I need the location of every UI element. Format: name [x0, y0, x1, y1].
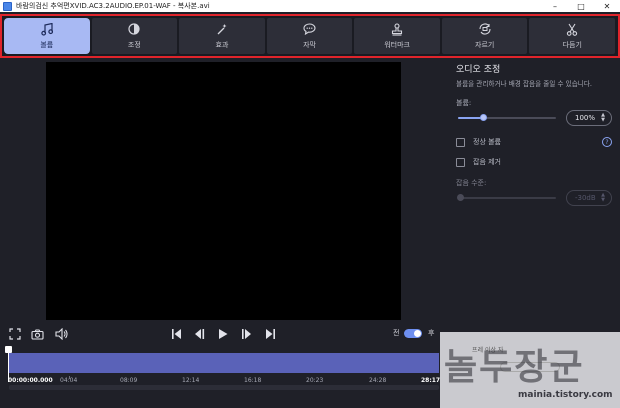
tool-tabs: 볼륨 조정 효과 자막 워터마크 자르기 다듬기	[0, 14, 620, 58]
tab-label: 자르기	[475, 41, 495, 49]
ruler-label: 12:14	[182, 377, 200, 384]
speech-bubble-icon	[303, 22, 316, 36]
speaker-icon[interactable]	[55, 327, 68, 341]
noise-level-handle	[457, 194, 464, 201]
contrast-icon	[128, 22, 140, 36]
watermark-logo: 놀두장군	[444, 347, 585, 388]
tab-label: 다듬기	[562, 41, 582, 49]
title-bar: 바람의검신 추억편XVID.AC3.2AUDIO.EP.01-WAF - 복사본…	[0, 0, 620, 12]
tab-crop[interactable]: 자르기	[441, 18, 528, 54]
tab-watermark[interactable]: 워터마크	[354, 18, 440, 54]
tab-label: 조정	[127, 41, 141, 49]
tab-volume[interactable]: 볼륨	[4, 18, 90, 54]
next-frame-icon[interactable]	[241, 327, 252, 341]
tab-label: 볼륨	[40, 41, 54, 49]
noise-removal-option[interactable]: 잡음 제거	[456, 156, 616, 168]
panel-description: 볼륨을 관리하거나 배경 잡음을 줄일 수 있습니다.	[456, 80, 592, 88]
tab-effects[interactable]: 효과	[179, 18, 265, 54]
panel-title: 오디오 조정	[456, 65, 501, 75]
volume-slider-row: 100% ▲ ▼	[456, 110, 616, 126]
volume-slider-handle[interactable]	[479, 114, 487, 121]
rotate-crop-icon	[478, 22, 492, 36]
magic-wand-icon	[216, 22, 228, 36]
tab-subtitles[interactable]: 자막	[266, 18, 353, 54]
before-label: 전	[393, 329, 400, 337]
after-label: 후	[428, 329, 435, 337]
window-controls: – □ ✕	[542, 0, 620, 12]
play-icon[interactable]	[218, 327, 228, 341]
toggle-knob	[414, 330, 421, 337]
ruler-label: 08:09	[120, 377, 138, 384]
skip-to-start-icon[interactable]	[171, 327, 182, 341]
noise-level-input: -30dB ▲ ▼	[566, 190, 612, 206]
noise-level-value: -30dB	[575, 194, 596, 202]
previous-frame-icon[interactable]	[194, 327, 205, 341]
window-title: 바람의검신 추억편XVID.AC3.2AUDIO.EP.01-WAF - 복사본…	[16, 2, 210, 10]
noise-removal-label: 잡음 제거	[473, 158, 501, 166]
normal-volume-label: 정상 볼륨	[473, 138, 501, 146]
noise-removal-checkbox[interactable]	[456, 157, 465, 167]
help-icon[interactable]: ?	[602, 137, 612, 147]
playhead-handle[interactable]	[5, 346, 12, 353]
volume-value: 100%	[575, 114, 596, 122]
music-note-icon	[41, 22, 53, 36]
ruler-label: 28:17	[421, 377, 441, 384]
close-button[interactable]: ✕	[594, 0, 620, 12]
tab-trim[interactable]: 다듬기	[529, 18, 616, 54]
volume-input[interactable]: 100% ▲ ▼	[566, 110, 612, 126]
tab-adjust[interactable]: 조정	[91, 18, 178, 54]
time-ruler: 00:00:00.000 04:04 08:09 12:14 16:18 20:…	[0, 373, 440, 385]
noise-level-label: 잡음 수준:	[456, 179, 487, 187]
ruler-label: 24:28	[369, 377, 387, 384]
before-after-toggle[interactable]	[404, 329, 422, 338]
volume-label: 볼륨:	[456, 99, 472, 107]
stamp-icon	[391, 22, 403, 36]
noise-level-slider	[458, 197, 556, 199]
skip-to-end-icon[interactable]	[265, 327, 276, 341]
app-window: 바람의검신 추억편XVID.AC3.2AUDIO.EP.01-WAF - 복사본…	[0, 0, 620, 408]
normal-volume-checkbox[interactable]	[456, 137, 465, 147]
normal-volume-option[interactable]: 정상 볼륨 ?	[456, 136, 616, 148]
spinner-arrows-icon: ▲ ▼	[601, 192, 605, 203]
ruler-label: 04:04	[60, 377, 78, 384]
scissors-icon	[566, 22, 578, 36]
watermark-url: mainia.tistory.com	[518, 390, 613, 400]
fullscreen-icon[interactable]	[9, 327, 21, 341]
tab-label: 워터마크	[384, 41, 410, 49]
camera-snapshot-icon[interactable]	[31, 327, 44, 341]
tab-label: 효과	[215, 41, 229, 49]
video-clip-track[interactable]	[9, 353, 439, 373]
spinner-arrows-icon[interactable]: ▲ ▼	[601, 113, 605, 123]
noise-slider-row: -30dB ▲ ▼	[456, 190, 616, 206]
timeline-scrollbar[interactable]	[9, 385, 439, 390]
app-icon	[3, 1, 12, 11]
ruler-label: 16:18	[244, 377, 262, 384]
volume-slider[interactable]	[458, 117, 556, 119]
maximize-button[interactable]: □	[568, 0, 594, 12]
site-watermark: 프레 이상 자 놀두장군 mainia.tistory.com	[440, 332, 620, 408]
video-preview[interactable]	[46, 62, 401, 320]
minimize-button[interactable]: –	[542, 0, 568, 12]
tab-label: 자막	[303, 41, 316, 49]
ruler-label: 20:23	[306, 377, 324, 384]
current-time: 00:00:00.000	[8, 377, 53, 384]
audio-settings-panel: 오디오 조정 볼륨을 관리하거나 배경 잡음을 줄일 수 있습니다. 볼륨: 1…	[456, 62, 616, 206]
